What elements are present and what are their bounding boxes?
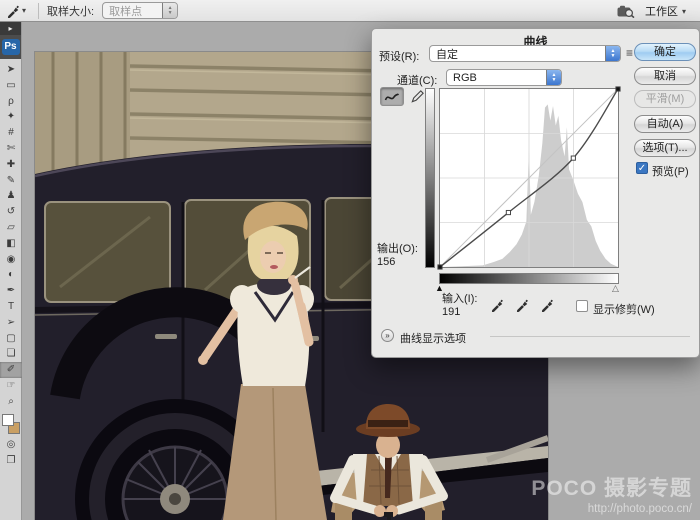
eyedropper-tool[interactable]: ✐ — [0, 362, 22, 378]
curve-grid[interactable] — [439, 88, 619, 268]
shape-tool[interactable]: ▢ — [0, 331, 22, 347]
type-tool[interactable]: T — [0, 299, 22, 315]
sample-size-value: 取样点 — [109, 3, 158, 19]
zoom-tool[interactable]: ⌕ — [0, 394, 22, 410]
brush-tool[interactable]: ✎ — [0, 173, 22, 189]
channel-select[interactable]: RGB ▲▼ — [446, 69, 562, 86]
black-point-eyedropper-icon[interactable] — [490, 298, 504, 312]
expand-options-icon[interactable]: » — [381, 329, 394, 342]
foreground-color-swatch[interactable] — [2, 414, 14, 426]
tool-list: ➤▭ρ✦#✄✚✎♟↺▱◧◉◐✒T➢▢❏✐☞⌕ — [0, 59, 21, 410]
eyedropper-tool-icon[interactable] — [6, 4, 20, 18]
quick-mask-icon[interactable]: ◎ — [0, 438, 22, 452]
collapse-arrow-icon[interactable]: ▸ — [0, 22, 21, 35]
watermark-title: POCO 摄影专题 — [531, 472, 692, 502]
smooth-button: 平滑(M) — [634, 90, 696, 108]
gradient-tool[interactable]: ◧ — [0, 236, 22, 252]
eraser-tool[interactable]: ▱ — [0, 220, 22, 236]
channel-label: 通道(C): — [397, 72, 437, 88]
preview-checkbox[interactable]: ✓ — [636, 162, 648, 174]
history-brush-tool[interactable]: ↺ — [0, 204, 22, 220]
clone-stamp-tool[interactable]: ♟ — [0, 188, 22, 204]
channel-value: RGB — [453, 72, 542, 84]
app-logo-strip: Ps — [0, 35, 21, 59]
quick-selection-tool[interactable]: ✦ — [0, 109, 22, 125]
pencil-mode-icon[interactable] — [410, 89, 425, 104]
ps-logo: Ps — [2, 39, 20, 55]
watermark-url: http://photo.poco.cn/ — [531, 503, 692, 515]
marquee-tool[interactable]: ▭ — [0, 78, 22, 94]
preset-select[interactable]: 自定 ▲▼ — [429, 45, 621, 62]
separator — [38, 3, 39, 19]
white-point-slider[interactable]: △ — [612, 284, 619, 293]
sample-size-label: 取样大小: — [47, 3, 94, 19]
blur-tool[interactable]: ◉ — [0, 252, 22, 268]
curves-dialog: 曲线 预设(R): 自定 ▲▼ ≡ 通道(C): RGB ▲▼ ▲ △ 输出(O… — [371, 28, 700, 358]
hand-tool[interactable]: ☞ — [0, 378, 22, 394]
stepper-icon: ▲▼ — [546, 70, 561, 85]
watermark: POCO 摄影专题 http://photo.poco.cn/ — [531, 472, 692, 515]
preview-label: 预览(P) — [652, 163, 689, 179]
bridge-launch-icon[interactable] — [617, 5, 635, 18]
dodge-tool[interactable]: ◐ — [0, 267, 22, 283]
chevron-down-icon[interactable]: ▾ — [22, 6, 26, 15]
input-label: 输入(I): — [442, 290, 477, 306]
screen-mode-icon[interactable]: ❐ — [0, 454, 22, 468]
curve-display-options-label[interactable]: 曲线显示选项 — [400, 330, 466, 346]
photoshop-window: ▾ 取样大小: 取样点 ▲▼ 工作区 ▾ ▸ Ps ➤▭ρ✦#✄✚✎♟↺▱◧◉◐… — [0, 0, 700, 520]
preset-label: 预设(R): — [379, 48, 419, 64]
options-button[interactable]: 选项(T)... — [634, 139, 696, 157]
stepper-icon: ▲▼ — [162, 3, 177, 18]
input-gradient-bar — [439, 273, 619, 284]
white-point-eyedropper-icon[interactable] — [540, 298, 554, 312]
auto-button[interactable]: 自动(A) — [634, 115, 696, 133]
ok-button[interactable]: 确定 — [634, 43, 696, 61]
chevron-down-icon: ▾ — [682, 7, 686, 16]
preset-menu-icon[interactable]: ≡ — [626, 46, 633, 60]
options-bar: ▾ 取样大小: 取样点 ▲▼ 工作区 ▾ — [0, 0, 700, 22]
stepper-icon: ▲▼ — [605, 46, 620, 61]
notes-tool[interactable]: ❏ — [0, 346, 22, 362]
lasso-tool[interactable]: ρ — [0, 94, 22, 110]
preset-value: 自定 — [436, 46, 601, 62]
pen-tool[interactable]: ✒ — [0, 283, 22, 299]
edit-points-mode-button[interactable] — [380, 87, 404, 106]
move-tool[interactable]: ➤ — [0, 62, 22, 78]
workspace-button[interactable]: 工作区 — [645, 3, 678, 19]
show-clipping-label: 显示修剪(W) — [593, 301, 655, 317]
path-selection-tool[interactable]: ➢ — [0, 315, 22, 331]
show-clipping-checkbox[interactable] — [576, 300, 588, 312]
cancel-button[interactable]: 取消 — [634, 67, 696, 85]
sample-size-select[interactable]: 取样点 ▲▼ — [102, 2, 178, 19]
output-value: 156 — [377, 256, 395, 268]
healing-brush-tool[interactable]: ✚ — [0, 157, 22, 173]
crop-tool[interactable]: # — [0, 125, 22, 141]
divider — [490, 336, 690, 337]
output-gradient-bar — [425, 88, 435, 268]
tool-palette: ▸ Ps ➤▭ρ✦#✄✚✎♟↺▱◧◉◐✒T➢▢❏✐☞⌕ ◎ ❐ — [0, 22, 22, 520]
output-label: 输出(O): — [377, 240, 418, 256]
curve-icon — [384, 91, 400, 103]
gray-point-eyedropper-icon[interactable] — [515, 298, 529, 312]
color-swatches[interactable] — [2, 414, 20, 434]
slice-tool[interactable]: ✄ — [0, 141, 22, 157]
input-value: 191 — [442, 306, 460, 318]
